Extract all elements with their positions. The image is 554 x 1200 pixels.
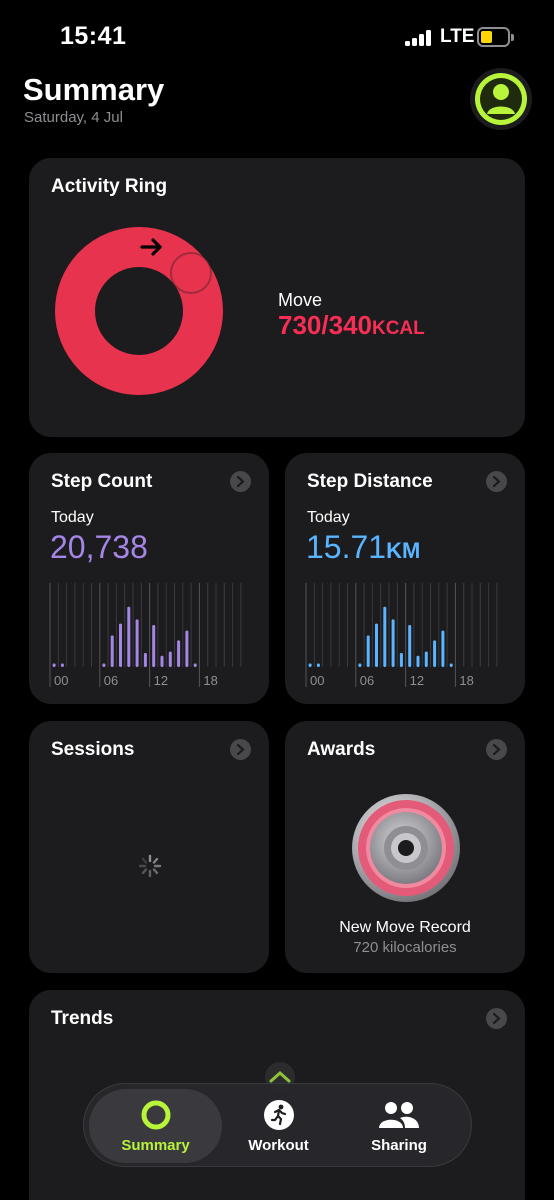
step-distance-value: 15.71KM: [306, 529, 420, 566]
step-distance-card[interactable]: Step Distance Today 15.71KM 00 06 12 18: [285, 453, 525, 704]
hour-bar: [52, 663, 56, 667]
hour-bar: [168, 651, 172, 667]
card-title: Sessions: [51, 739, 135, 760]
battery-icon: [477, 27, 514, 47]
tick-label: 18: [459, 673, 473, 688]
activity-ring-card[interactable]: Activity Ring Move 730/340KCAL: [29, 158, 525, 437]
hour-bar: [185, 630, 189, 667]
hour-bar: [383, 606, 387, 667]
tab-label: Summary: [121, 1136, 190, 1154]
hour-bar: [119, 623, 122, 667]
page-title: Summary: [23, 72, 165, 107]
hour-bar: [441, 630, 445, 667]
tick-label: 18: [203, 673, 217, 688]
status-time: 15:41: [60, 22, 127, 50]
sessions-card[interactable]: Sessions: [29, 721, 269, 973]
hour-bar: [416, 655, 420, 667]
page-date: Saturday, 4 Jul: [24, 109, 123, 126]
move-ring: [55, 227, 223, 395]
tab-workout[interactable]: Workout: [226, 1089, 331, 1163]
hour-bar: [60, 663, 64, 667]
tab-label: Workout: [248, 1136, 309, 1154]
distance-amount: 15.71: [306, 529, 387, 565]
chevron-right-icon[interactable]: [230, 471, 251, 492]
awards-card[interactable]: Awards New Move Record 720 kilocalories: [285, 721, 525, 973]
hour-bar: [110, 635, 114, 667]
status-bar: 15:41 LTE: [0, 0, 554, 70]
step-count-chart: 00 06 12 18: [49, 583, 242, 688]
cellular-signal-icon: [405, 30, 435, 46]
hour-bar: [408, 625, 412, 667]
tab-sharing[interactable]: Sharing: [344, 1089, 454, 1163]
move-unit: KCAL: [371, 318, 425, 339]
today-label: Today: [307, 509, 350, 526]
tab-bar: Summary Workout Sharing: [83, 1083, 472, 1167]
award-title: New Move Record: [339, 919, 471, 936]
award-subtitle: 720 kilocalories: [353, 939, 457, 956]
hour-bar: [424, 651, 428, 667]
card-title: Step Distance: [307, 471, 433, 492]
move-amount: 730/340: [278, 310, 372, 340]
step-distance-chart: 00 06 12 18: [305, 583, 498, 688]
chevron-right-icon[interactable]: [486, 1008, 507, 1029]
hour-bar: [143, 653, 147, 667]
hour-bar: [152, 625, 156, 667]
tick-label: 12: [410, 673, 424, 688]
network-type: LTE: [440, 26, 475, 47]
step-count-value: 20,738: [50, 529, 148, 565]
hour-bar: [160, 655, 164, 667]
hour-bar: [127, 606, 131, 667]
activity-ring-icon: [140, 1099, 172, 1131]
tick-label: 00: [310, 673, 324, 688]
chevron-right-icon[interactable]: [230, 739, 251, 760]
card-title: Step Count: [51, 471, 153, 492]
hour-bar: [308, 663, 312, 667]
person-icon: [475, 73, 527, 125]
loading-spinner-icon: [138, 854, 162, 878]
step-count-card[interactable]: Step Count Today 20,738 00 06 12 18: [29, 453, 269, 704]
people-icon: [376, 1099, 422, 1131]
tick-label: 00: [54, 673, 68, 688]
hour-bar: [316, 663, 320, 667]
tab-summary[interactable]: Summary: [89, 1089, 222, 1163]
distance-unit: KM: [386, 538, 421, 563]
tick-label: 06: [360, 673, 374, 688]
today-label: Today: [51, 509, 94, 526]
hour-bar: [391, 619, 395, 667]
hour-bar: [433, 640, 437, 667]
hour-bar: [358, 663, 362, 667]
tick-label: 12: [154, 673, 168, 688]
hour-bar: [449, 663, 453, 667]
tick-label: 06: [104, 673, 118, 688]
tab-label: Sharing: [371, 1136, 427, 1154]
running-figure-icon: [263, 1099, 295, 1131]
hour-bar: [177, 640, 181, 667]
move-value: 730/340KCAL: [278, 310, 425, 341]
move-label: Move: [278, 290, 323, 310]
hour-bar: [399, 653, 403, 667]
hour-bar: [135, 619, 139, 667]
card-title: Activity Ring: [51, 176, 168, 197]
hour-bar: [193, 663, 197, 667]
chevron-right-icon[interactable]: [486, 739, 507, 760]
card-title: Trends: [51, 1008, 114, 1029]
hour-bar: [375, 623, 378, 667]
chevron-right-icon[interactable]: [486, 471, 507, 492]
profile-button[interactable]: [470, 68, 532, 130]
move-record-medal-icon: [352, 794, 460, 902]
hour-bar: [102, 663, 106, 667]
card-title: Awards: [307, 739, 376, 760]
hour-bar: [366, 635, 370, 667]
